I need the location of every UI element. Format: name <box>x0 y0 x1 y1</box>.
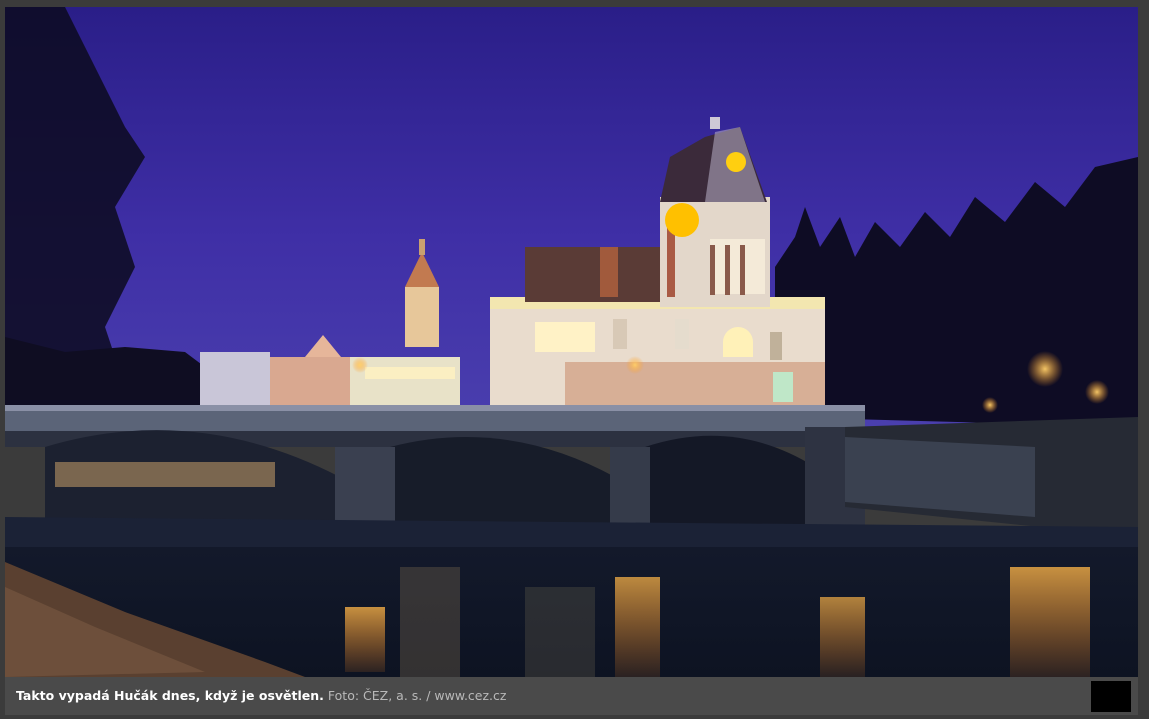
caption-bar: Takto vypadá Hučák dnes, když je osvětle… <box>5 677 1138 715</box>
clock-face-large <box>665 203 699 237</box>
photo-viewer: Takto vypadá Hučák dnes, když je osvětle… <box>0 0 1149 719</box>
night-photo <box>5 7 1138 677</box>
clock-face-small <box>726 152 746 172</box>
photo-caption: Takto vypadá Hučák dnes, když je osvětle… <box>16 688 506 704</box>
thumbnail-button[interactable] <box>1091 681 1131 712</box>
caption-credit: Foto: ČEZ, a. s. / www.cez.cz <box>327 688 507 703</box>
caption-text: Takto vypadá Hučák dnes, když je osvětle… <box>16 688 324 703</box>
castle-tower <box>405 287 439 347</box>
night-scene <box>5 7 1138 677</box>
bridge <box>5 409 865 431</box>
